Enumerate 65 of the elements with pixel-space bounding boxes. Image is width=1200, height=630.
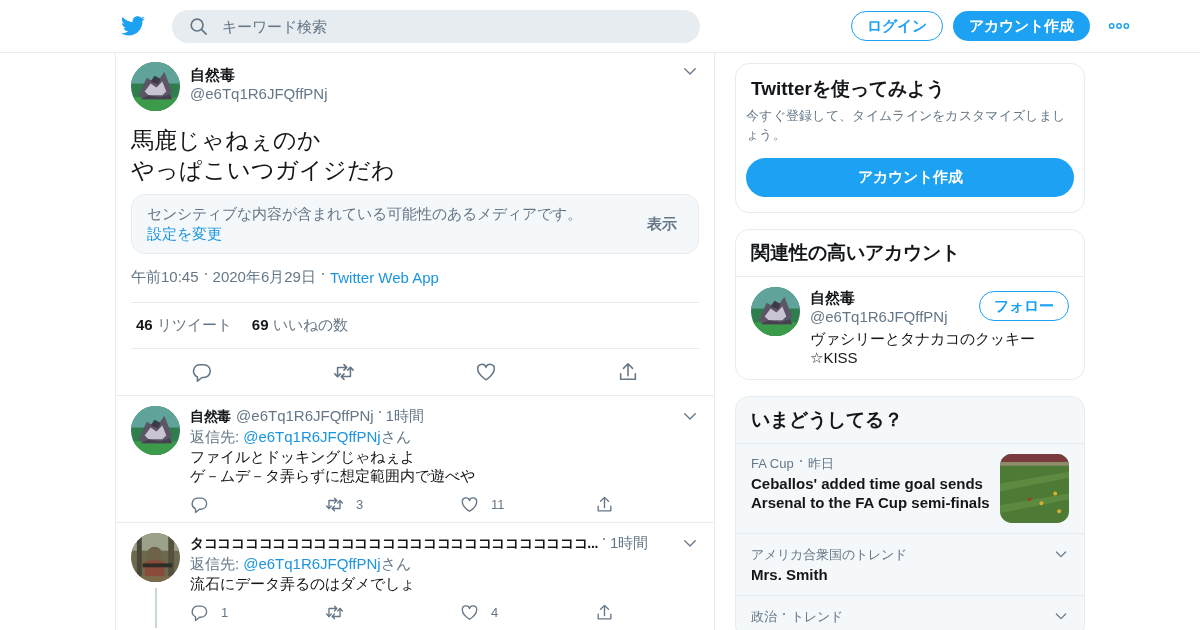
heart-icon[interactable]: [460, 495, 479, 514]
trend-context: 政治: [751, 608, 777, 626]
reply-time[interactable]: 1時間: [385, 406, 424, 426]
share-icon[interactable]: [595, 495, 614, 514]
user-bio: ヴァシリーとタナカコのクッキー☆KISS: [810, 329, 1036, 367]
mention-link[interactable]: @e6Tq1R6JFQffPNj: [243, 428, 381, 445]
heart-icon[interactable]: [460, 603, 479, 622]
reply-icon[interactable]: [190, 495, 209, 514]
trend-context: トレンド: [791, 608, 843, 626]
stat-link[interactable]: 46 リツイート: [136, 316, 232, 335]
trend-item[interactable]: 政治 トレンド: [736, 596, 1084, 630]
trend-context: 昨日: [807, 455, 834, 473]
bird-logo-icon[interactable]: [120, 13, 146, 39]
share-icon[interactable]: [617, 361, 639, 383]
trend-item[interactable]: アメリカ合衆国のトレンド Mrs. Smith: [736, 534, 1084, 596]
login-button[interactable]: ログイン: [851, 11, 943, 41]
card-title: いまどうしてる？: [736, 397, 1084, 444]
show-button[interactable]: 表示: [641, 213, 683, 235]
notice-text: センシティブな内容が含まれている可能性のあるメディアです。 設定を変更: [147, 204, 583, 244]
reply-icon[interactable]: [190, 603, 209, 622]
user-handle[interactable]: @e6Tq1R6JFQffPNj: [236, 406, 374, 426]
reply-text: ファイルとドッキングじゃねぇよ ゲ－ムデ－タ弄らずに想定範囲内で遊べや: [190, 447, 476, 485]
reply-icon[interactable]: [191, 361, 213, 383]
user-name[interactable]: タココココココココココココココココココココココココココココ...: [190, 533, 599, 553]
reply-to-label: 返信先:: [190, 554, 240, 574]
like-count: 11: [491, 497, 505, 512]
search-icon: [188, 15, 208, 36]
reply-text: 流石にデータ弄るのはダメでしょ: [190, 574, 416, 593]
card-title: 関連性の高いアカウント: [736, 230, 1084, 277]
tweet-time: 午前10:45: [131, 268, 199, 287]
trend-item[interactable]: FA Cup 昨日 Ceballos' added time goal sends Arsenal to the FA Cup semi-finals: [736, 444, 1084, 534]
stat-link[interactable]: 69 いいねの数: [251, 316, 348, 335]
trend-title: Mrs. Smith: [751, 565, 829, 584]
share-icon[interactable]: [595, 603, 614, 622]
trend-context: FA Cup: [751, 455, 794, 473]
source-link[interactable]: Twitter Web App: [329, 269, 439, 286]
heart-icon[interactable]: [475, 361, 497, 383]
reply-to-text: @e6Tq1R6JFQffPNjさん: [243, 554, 411, 574]
reply-time[interactable]: 1時間: [610, 533, 649, 553]
tweet-text: 馬鹿じゃねぇのか やっぱこいつガイジだわ: [131, 126, 396, 185]
like-count: 4: [491, 605, 499, 620]
card-description: 今すぐ登録して、タイムラインをカスタマイズしましょう。: [746, 107, 1067, 144]
settings-link[interactable]: 設定を変更: [147, 225, 222, 242]
thread-line: [154, 588, 157, 628]
tweet-date: 2020年6月29日: [212, 268, 316, 287]
reply-to-label: 返信先:: [190, 427, 240, 447]
retweet-icon[interactable]: [333, 361, 355, 383]
card-title: Twitterを使ってみよう: [750, 77, 946, 101]
signup-button[interactable]: アカウント作成: [953, 11, 1090, 41]
retweet-icon[interactable]: [325, 603, 344, 622]
trend-context: アメリカ合衆国のトレンド: [751, 546, 907, 564]
search-field[interactable]: キーワード検索: [172, 9, 700, 43]
user-handle[interactable]: @e6Tq1R6JFQffPNj: [190, 85, 681, 102]
follow-button[interactable]: フォロー: [979, 291, 1069, 321]
retweet-count: 3: [356, 497, 364, 512]
reply-to-text: @e6Tq1R6JFQffPNjさん: [243, 427, 411, 447]
retweet-icon[interactable]: [325, 495, 344, 514]
mention-link[interactable]: @e6Tq1R6JFQffPNj: [243, 555, 381, 572]
signup-button[interactable]: アカウント作成: [746, 158, 1074, 197]
reply-count: 1: [221, 605, 229, 620]
trend-title: Ceballos' added time goal sends Arsenal to the FA Cup semi-finals: [751, 474, 990, 512]
user-name[interactable]: 自然毒: [190, 66, 681, 85]
user-name[interactable]: 自然毒: [190, 406, 232, 426]
user-name[interactable]: 自然毒: [810, 289, 948, 308]
user-handle[interactable]: @e6Tq1R6JFQffPNj: [810, 308, 948, 325]
